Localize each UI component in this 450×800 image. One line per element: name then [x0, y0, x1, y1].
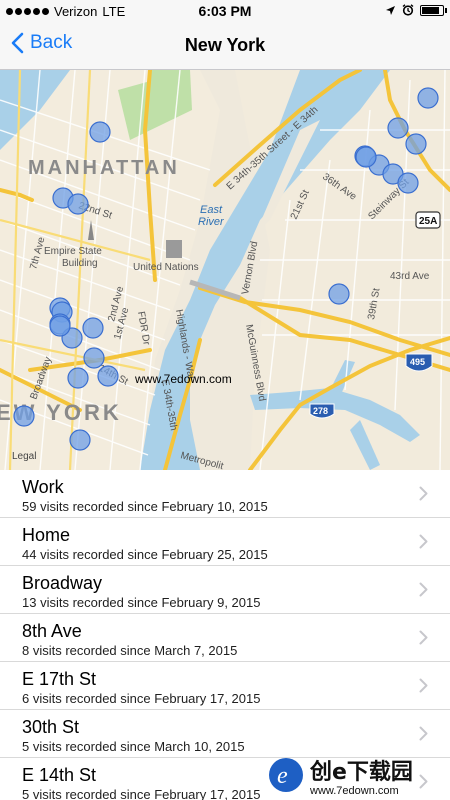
map-label-east-river-1: East: [200, 204, 223, 216]
visits-map[interactable]: MANHATTAN EW YORK E 34th-35th Street - E…: [0, 70, 450, 470]
navigation-bar: Back New York: [0, 22, 450, 70]
visit-marker[interactable]: [417, 87, 439, 109]
visit-marker[interactable]: [355, 146, 377, 168]
chevron-right-icon: [419, 726, 428, 741]
shield-25a-icon: 25A: [415, 211, 441, 229]
visit-marker[interactable]: [49, 315, 71, 337]
united-nations-icon: [166, 240, 182, 258]
visit-marker[interactable]: [83, 347, 105, 369]
page-title: New York: [184, 35, 266, 55]
status-time: 6:03 PM: [198, 3, 252, 19]
chevron-right-icon: [419, 486, 428, 501]
visit-marker[interactable]: [387, 117, 409, 139]
visit-marker[interactable]: [67, 367, 89, 389]
visit-marker[interactable]: [13, 405, 35, 427]
chevron-right-icon: [419, 582, 428, 597]
alarm-icon: [402, 4, 414, 16]
place-row[interactable]: Broadway 13 visits recorded since Februar…: [0, 566, 450, 614]
status-right: [385, 4, 447, 16]
places-list: Work 59 visits recorded since February 10…: [0, 470, 450, 800]
place-visit-detail: 44 visits recorded since February 25, 20…: [22, 547, 268, 562]
place-name: Home: [22, 525, 71, 545]
map-watermark: www.7edown.com: [134, 372, 232, 386]
place-row[interactable]: 8th Ave 8 visits recorded since March 7, …: [0, 614, 450, 662]
chevron-right-icon: [419, 534, 428, 549]
chevron-right-icon: [419, 630, 428, 645]
map-legal-link[interactable]: Legal: [12, 451, 36, 462]
battery-icon: [420, 4, 447, 16]
svg-text:495: 495: [410, 357, 425, 367]
map-label-43rd-ave: 43rd Ave: [390, 271, 430, 282]
visit-marker[interactable]: [97, 365, 119, 387]
place-name: Work: [22, 477, 64, 497]
shield-495-icon: 495: [405, 353, 433, 372]
visit-marker[interactable]: [89, 121, 111, 143]
place-visit-detail: 6 visits recorded since February 17, 201…: [22, 691, 261, 706]
place-visit-detail: 13 visits recorded since February 9, 201…: [22, 595, 261, 610]
chevron-right-icon: [419, 678, 428, 693]
place-visit-detail: 59 visits recorded since February 10, 20…: [22, 499, 268, 514]
place-name: E 17th St: [22, 669, 97, 689]
place-row[interactable]: Home 44 visits recorded since February 25…: [0, 518, 450, 566]
shield-278-icon: 278: [309, 403, 335, 419]
visit-marker[interactable]: [82, 317, 104, 339]
place-row[interactable]: Work 59 visits recorded since February 10…: [0, 470, 450, 518]
map-label-empire-2: Building: [62, 258, 98, 269]
map-label-empire-1: Empire State: [44, 246, 102, 257]
place-name: E 14th St: [22, 765, 97, 785]
svg-text:278: 278: [313, 406, 328, 416]
place-row[interactable]: 30th St 5 visits recorded since March 10,…: [0, 710, 450, 758]
place-row[interactable]: E 17th St 6 visits recorded since Februar…: [0, 662, 450, 710]
visit-marker[interactable]: [405, 133, 427, 155]
svg-text:e: e: [277, 763, 288, 789]
svg-text:25A: 25A: [419, 216, 437, 227]
site-logo: e 创e下载园 www.7edown.com: [269, 758, 413, 797]
visit-marker[interactable]: [328, 283, 350, 305]
map-label-east-river-2: River: [198, 216, 225, 228]
visit-marker[interactable]: [67, 193, 89, 215]
location-arrow-icon: [386, 5, 395, 15]
place-visit-detail: 5 visits recorded since March 10, 2015: [22, 739, 245, 754]
svg-text:www.7edown.com: www.7edown.com: [309, 785, 399, 797]
place-name: 8th Ave: [22, 621, 82, 641]
svg-text:创e下载园: 创e下载园: [309, 759, 413, 785]
visit-marker[interactable]: [69, 429, 91, 451]
place-name: 30th St: [22, 717, 80, 737]
map-label-un: United Nations: [133, 262, 199, 273]
map-label-manhattan: MANHATTAN: [28, 157, 180, 179]
place-visit-detail: 8 visits recorded since March 7, 2015: [22, 643, 238, 658]
visit-marker[interactable]: [397, 172, 419, 194]
status-bar: Verizon LTE 6:03 PM: [0, 0, 450, 22]
place-visit-detail: 5 visits recorded since February 17, 201…: [22, 787, 261, 800]
place-name: Broadway: [22, 573, 103, 593]
map-canvas[interactable]: MANHATTAN EW YORK E 34th-35th Street - E…: [0, 70, 450, 470]
